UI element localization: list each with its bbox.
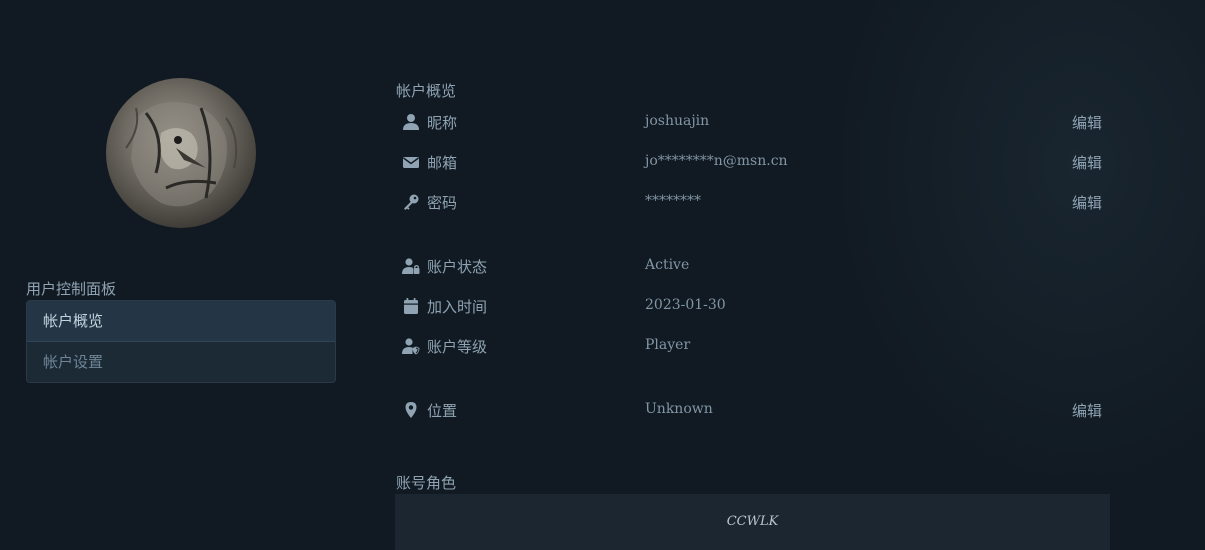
join-date-value: 2023-01-30: [645, 297, 726, 313]
user-shield-icon: [402, 338, 420, 355]
email-label: 邮箱: [427, 154, 458, 172]
edit-email-button[interactable]: 编辑: [1072, 152, 1102, 173]
user-lock-icon: [402, 258, 420, 274]
envelope-icon: [403, 157, 419, 168]
control-panel-title: 用户控制面板: [26, 280, 117, 298]
join-date-label: 加入时间: [427, 298, 488, 316]
account-status-value: Active: [645, 257, 690, 273]
sidebar-item-account-settings[interactable]: 帐户设置: [27, 342, 335, 382]
account-roles-title: 账号角色: [396, 474, 457, 492]
nickname-row: 昵称 joshuajin 编辑: [396, 110, 1110, 134]
account-status-row: 账户状态 Active: [396, 254, 1110, 278]
account-overview-title: 帐户概览: [396, 82, 457, 100]
edit-password-button[interactable]: 编辑: [1072, 192, 1102, 213]
email-value: jo********n@msn.cn: [645, 153, 788, 169]
account-level-row: 账户等级 Player: [396, 334, 1110, 358]
avatar: [106, 78, 256, 228]
edit-nickname-button[interactable]: 编辑: [1072, 112, 1102, 133]
key-icon: [404, 194, 419, 210]
user-icon: [403, 114, 419, 130]
account-level-value: Player: [645, 337, 691, 353]
location-value: Unknown: [645, 401, 713, 417]
location-row: 位置 Unknown 编辑: [396, 398, 1110, 422]
location-label: 位置: [427, 402, 458, 420]
password-row: 密码 ******** 编辑: [396, 190, 1110, 214]
nickname-label: 昵称: [427, 114, 458, 132]
account-status-label: 账户状态: [427, 258, 488, 276]
sidebar-item-account-overview[interactable]: 帐户概览: [27, 301, 335, 342]
role-item: CCWLK: [726, 514, 779, 529]
sidebar-nav: 帐户概览 帐户设置: [26, 300, 336, 383]
email-row: 邮箱 jo********n@msn.cn 编辑: [396, 150, 1110, 174]
password-value: ********: [645, 193, 701, 209]
nickname-value: joshuajin: [645, 113, 710, 129]
map-marker-icon: [405, 402, 417, 418]
roles-list: CCWLK: [395, 494, 1110, 550]
join-date-row: 加入时间 2023-01-30: [396, 294, 1110, 318]
edit-location-button[interactable]: 编辑: [1072, 400, 1102, 421]
account-level-label: 账户等级: [427, 338, 488, 356]
calendar-icon: [404, 298, 418, 314]
password-label: 密码: [427, 194, 458, 212]
